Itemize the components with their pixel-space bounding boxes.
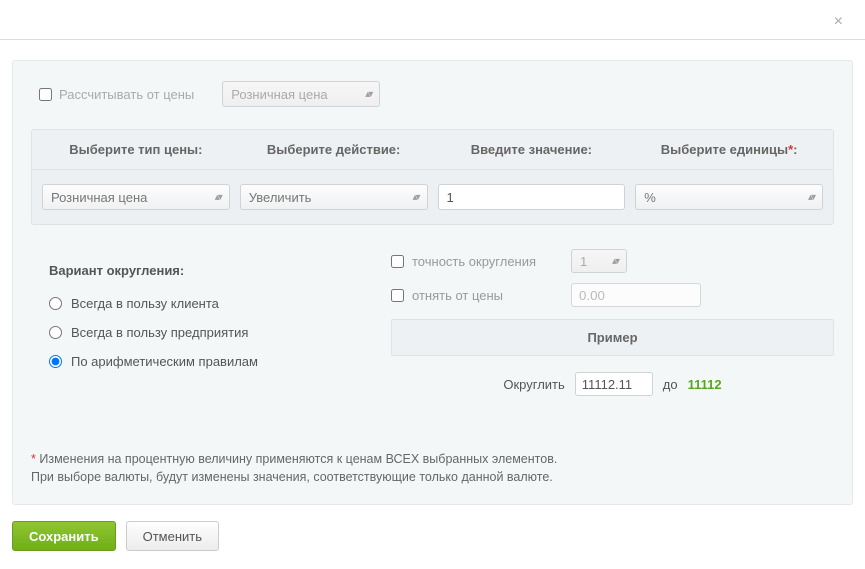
rounding-radio-arith[interactable] bbox=[49, 355, 62, 368]
subtract-row: отнять от цены bbox=[391, 283, 834, 307]
chevron-updown-icon: ▴▾ bbox=[365, 89, 371, 100]
value-input[interactable] bbox=[438, 184, 626, 210]
main-panel: Рассчитывать от цены Розничная цена ▴▾ В… bbox=[12, 60, 853, 505]
precision-label[interactable]: точность округления bbox=[391, 254, 571, 269]
price-type-select[interactable]: Розничная цена ▴▾ bbox=[42, 184, 230, 210]
col-header-units: Выберите единицы*: bbox=[635, 142, 823, 157]
col-header-price-type: Выберите тип цены: bbox=[42, 142, 230, 157]
action-select[interactable]: Увеличить ▴▾ bbox=[240, 184, 428, 210]
subtract-input bbox=[571, 283, 701, 307]
rounding-option-company[interactable]: Всегда в пользу предприятия bbox=[49, 325, 371, 340]
example-input[interactable] bbox=[575, 372, 653, 396]
chevron-updown-icon: ▴▾ bbox=[808, 192, 814, 203]
subtract-checkbox[interactable] bbox=[391, 289, 404, 302]
price-source-value: Розничная цена bbox=[231, 87, 327, 102]
units-select[interactable]: % ▴▾ bbox=[635, 184, 823, 210]
dialog-footer: Сохранить Отменить bbox=[12, 521, 853, 551]
precision-select: 1 ▴▾ bbox=[571, 249, 627, 273]
col-header-action: Выберите действие: bbox=[240, 142, 428, 157]
calc-from-price-row: Рассчитывать от цены Розничная цена ▴▾ bbox=[31, 81, 834, 107]
rounding-options: Вариант округления: Всегда в пользу клие… bbox=[31, 249, 371, 400]
lower-area: Вариант округления: Всегда в пользу клие… bbox=[31, 249, 834, 400]
chevron-updown-icon: ▴▾ bbox=[215, 192, 221, 203]
calc-from-price-checkbox[interactable] bbox=[39, 88, 52, 101]
rounding-title: Вариант округления: bbox=[49, 263, 371, 278]
units-value: % bbox=[644, 190, 656, 205]
grid-header: Выберите тип цены: Выберите действие: Вв… bbox=[31, 129, 834, 170]
price-source-select: Розничная цена ▴▾ bbox=[222, 81, 380, 107]
rounding-radio-client[interactable] bbox=[49, 297, 62, 310]
rounding-option-client[interactable]: Всегда в пользу клиента bbox=[49, 296, 371, 311]
rounding-params: точность округления 1 ▴▾ отнять от цены … bbox=[391, 249, 834, 400]
example-result: 11112 bbox=[688, 377, 722, 392]
dialog-header: × bbox=[0, 0, 865, 40]
precision-checkbox[interactable] bbox=[391, 255, 404, 268]
cancel-button[interactable]: Отменить bbox=[126, 521, 219, 551]
calc-from-price-text: Рассчитывать от цены bbox=[59, 87, 194, 102]
chevron-updown-icon: ▴▾ bbox=[612, 256, 618, 267]
rounding-radio-company[interactable] bbox=[49, 326, 62, 339]
price-type-value: Розничная цена bbox=[51, 190, 147, 205]
action-value: Увеличить bbox=[249, 190, 312, 205]
close-icon[interactable]: × bbox=[834, 14, 843, 30]
example-body: Округлить до 11112 bbox=[391, 356, 834, 400]
col-header-value: Введите значение: bbox=[438, 142, 626, 157]
grid-body: Розничная цена ▴▾ Увеличить ▴▾ % ▴▾ bbox=[31, 170, 834, 225]
chevron-updown-icon: ▴▾ bbox=[412, 192, 418, 203]
example-to-label: до bbox=[663, 377, 678, 392]
example-round-label: Округлить bbox=[503, 377, 564, 392]
save-button[interactable]: Сохранить bbox=[12, 521, 116, 551]
example-header: Пример bbox=[391, 319, 834, 356]
footnote: * Изменения на процентную величину приме… bbox=[31, 450, 834, 486]
calc-from-price-label[interactable]: Рассчитывать от цены bbox=[39, 87, 194, 102]
rounding-option-arith[interactable]: По арифметическим правилам bbox=[49, 354, 371, 369]
precision-row: точность округления 1 ▴▾ bbox=[391, 249, 834, 273]
subtract-label[interactable]: отнять от цены bbox=[391, 288, 571, 303]
